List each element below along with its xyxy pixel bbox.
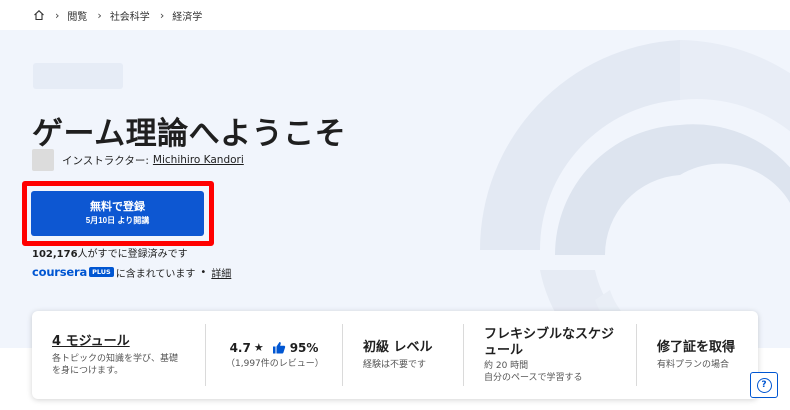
enrollment-count: 102,176人がすでに登録済みです — [32, 245, 188, 260]
home-icon[interactable] — [33, 9, 45, 21]
modules-info: 4 モジュール 各トピックの知識を学び、基礎を身につけます。 — [32, 324, 206, 386]
course-info-card: 4 モジュール 各トピックの知識を学び、基礎を身につけます。 4.7 ★ 95%… — [32, 311, 758, 399]
help-icon: ? — [756, 377, 772, 393]
course-hero: ゲーム理論へようこそ インストラクター: Michihiro Kandori 無… — [0, 30, 790, 348]
plus-included-text: に含まれています — [115, 268, 196, 280]
instructor-link[interactable]: Michihiro Kandori — [153, 154, 244, 166]
partner-logo — [33, 63, 123, 89]
plus-details-link[interactable]: 詳細 — [211, 265, 231, 280]
certificate-description: 有料プランの場合 — [657, 359, 730, 370]
instructor-label: インストラクター: — [62, 154, 149, 167]
enrollment-suffix: 人がすでに登録済みです — [77, 249, 188, 260]
rating-row: 4.7 ★ 95% — [230, 341, 319, 355]
modules-link[interactable]: 4 モジュール — [52, 334, 185, 350]
approval-rate: 95% — [289, 340, 319, 355]
breadcrumb: › 閲覧 › 社会科学 › 経済学 — [0, 0, 790, 30]
coursera-logo: coursera — [32, 265, 88, 279]
chevron-right-icon: › — [55, 8, 60, 22]
rating-info: 4.7 ★ 95% （1,997件のレビュー） — [206, 324, 343, 386]
certificate-info: 修了証を取得 有料プランの場合 — [637, 324, 758, 386]
plus-badge: PLUS — [89, 267, 114, 277]
separator-dot: • — [200, 266, 207, 278]
schedule-hours: 約 20 時間 — [484, 360, 529, 371]
enrollment-number: 102,176 — [32, 249, 78, 260]
rating-value: 4.7 — [229, 340, 251, 355]
certificate-title: 修了証を取得 — [657, 339, 736, 355]
chevron-right-icon: › — [97, 8, 102, 22]
help-button[interactable]: ? — [750, 372, 778, 398]
enroll-start-date: 5月10日 より開講 — [85, 216, 150, 225]
level-title: 初級 レベル — [363, 339, 433, 355]
schedule-info: フレキシブルなスケジュール 約 20 時間 自分のペースで学習する — [464, 324, 637, 386]
breadcrumb-item-browse[interactable]: 閲覧 — [67, 8, 87, 23]
instructor-row: インストラクター: Michihiro Kandori — [32, 148, 244, 172]
coursera-plus-row: coursera PLUS に含まれています • 詳細 — [32, 264, 231, 280]
decorative-ring-graphic — [479, 40, 790, 348]
breadcrumb-item-social-science[interactable]: 社会科学 — [110, 8, 150, 23]
page-title: ゲーム理論へようこそ — [32, 116, 347, 152]
modules-description: 各トピックの知識を学び、基礎を身につけます。 — [52, 353, 179, 376]
enroll-button-label: 無料で登録 — [90, 201, 145, 213]
thumbs-up-icon — [272, 341, 286, 354]
enroll-free-button[interactable]: 無料で登録 5月10日 より開講 — [31, 191, 204, 236]
schedule-description: 自分のペースで学習する — [484, 372, 583, 383]
schedule-title: フレキシブルなスケジュール — [484, 326, 615, 358]
breadcrumb-item-economics[interactable]: 経済学 — [172, 8, 202, 23]
level-info: 初級 レベル 経験は不要です — [343, 324, 464, 386]
level-description: 経験は不要です — [363, 359, 427, 370]
review-count: （1,997件のレビュー） — [226, 358, 324, 369]
chevron-right-icon: › — [159, 8, 165, 22]
avatar — [32, 149, 54, 171]
star-icon: ★ — [253, 341, 264, 354]
